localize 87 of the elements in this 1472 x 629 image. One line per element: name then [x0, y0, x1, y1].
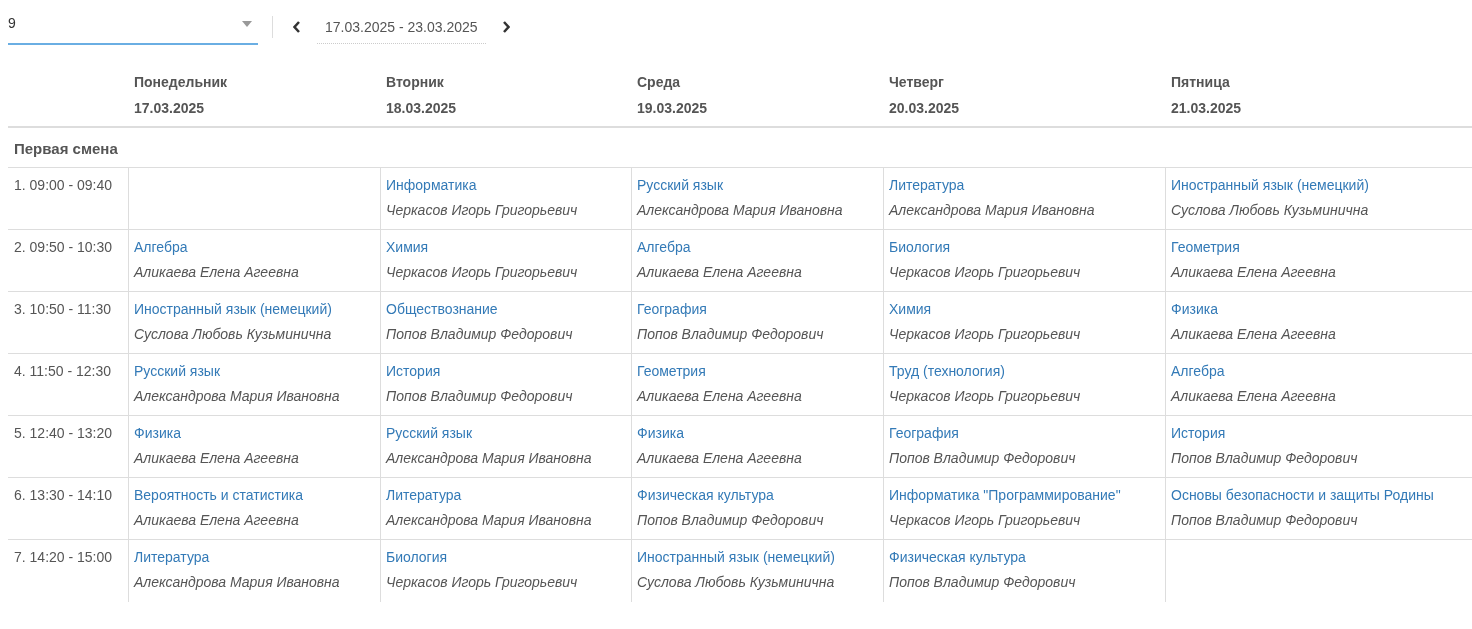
- teacher-name: Александрова Мария Ивановна: [134, 388, 341, 404]
- subject-link[interactable]: Иностранный язык (немецкий): [134, 301, 375, 317]
- day-date: 18.03.2025: [386, 100, 458, 116]
- teacher-name: Суслова Любовь Кузьминична: [1171, 202, 1370, 218]
- day-date: 17.03.2025: [134, 100, 206, 116]
- teacher-name: Черкасов Игорь Григорьевич: [889, 264, 1082, 280]
- teacher-name: Суслова Любовь Кузьминична: [134, 326, 333, 342]
- subject-link[interactable]: Физическая культура: [637, 487, 878, 503]
- subject-link[interactable]: Литература: [134, 549, 375, 565]
- subject-link[interactable]: История: [386, 363, 626, 379]
- subject-link[interactable]: Геометрия: [1171, 239, 1467, 255]
- teacher-name: Попов Владимир Федорович: [889, 574, 1077, 590]
- shift-heading: Первая смена: [8, 128, 1472, 168]
- day-date: 21.03.2025: [1171, 100, 1243, 116]
- subject-link[interactable]: Вероятность и статистика: [134, 487, 375, 503]
- teacher-name: Черкасов Игорь Григорьевич: [889, 512, 1082, 528]
- teacher-name: Попов Владимир Федорович: [386, 388, 574, 404]
- lesson-time: 2. 09:50 - 10:30: [8, 230, 128, 292]
- subject-link[interactable]: Иностранный язык (немецкий): [1171, 177, 1467, 193]
- teacher-name: Попов Владимир Федорович: [637, 326, 825, 342]
- subject-link[interactable]: Информатика: [386, 177, 626, 193]
- day-name: Пятница: [1171, 74, 1231, 90]
- subject-link[interactable]: Информатика "Программирование": [889, 487, 1160, 503]
- subject-link[interactable]: Физика: [637, 425, 878, 441]
- teacher-name: Аликаева Елена Агеевна: [1171, 326, 1337, 342]
- class-select[interactable]: 9: [8, 9, 258, 45]
- teacher-name: Аликаева Елена Агеевна: [134, 264, 300, 280]
- subject-link[interactable]: Русский язык: [386, 425, 626, 441]
- teacher-name: Суслова Любовь Кузьминична: [637, 574, 836, 590]
- subject-link[interactable]: Литература: [889, 177, 1160, 193]
- teacher-name: Черкасов Игорь Григорьевич: [889, 326, 1082, 342]
- day-name: Вторник: [386, 74, 445, 90]
- day-date: 20.03.2025: [889, 100, 961, 116]
- day-name: Четверг: [889, 74, 945, 90]
- day-name: Понедельник: [134, 74, 229, 90]
- teacher-name: Александрова Мария Ивановна: [637, 202, 844, 218]
- teacher-name: Аликаева Елена Агеевна: [1171, 388, 1337, 404]
- teacher-name: Аликаева Елена Агеевна: [637, 264, 803, 280]
- teacher-name: Александрова Мария Ивановна: [134, 574, 341, 590]
- teacher-name: Александрова Мария Ивановна: [386, 450, 593, 466]
- teacher-name: Попов Владимир Федорович: [1171, 450, 1359, 466]
- subject-link[interactable]: Алгебра: [637, 239, 878, 255]
- subject-link[interactable]: Геометрия: [637, 363, 878, 379]
- subject-link[interactable]: Физическая культура: [889, 549, 1160, 565]
- teacher-name: Попов Владимир Федорович: [386, 326, 574, 342]
- teacher-name: Аликаева Елена Агеевна: [1171, 264, 1337, 280]
- teacher-name: Александрова Мария Ивановна: [386, 512, 593, 528]
- subject-link[interactable]: Биология: [386, 549, 626, 565]
- teacher-name: Попов Владимир Федорович: [889, 450, 1077, 466]
- subject-link[interactable]: Алгебра: [1171, 363, 1467, 379]
- teacher-name: Черкасов Игорь Григорьевич: [386, 264, 579, 280]
- teacher-name: Попов Владимир Федорович: [1171, 512, 1359, 528]
- teacher-name: Аликаева Елена Агеевна: [637, 388, 803, 404]
- subject-link[interactable]: Основы безопасности и защиты Родины: [1171, 487, 1467, 503]
- teacher-name: Черкасов Игорь Григорьевич: [386, 202, 579, 218]
- teacher-name: Аликаева Елена Агеевна: [134, 450, 300, 466]
- day-date: 19.03.2025: [637, 100, 709, 116]
- subject-link[interactable]: История: [1171, 425, 1467, 441]
- day-name: Среда: [637, 74, 682, 90]
- dropdown-caret-icon: [242, 20, 252, 27]
- subject-link[interactable]: Русский язык: [134, 363, 375, 379]
- subject-link[interactable]: География: [637, 301, 878, 317]
- lesson-time: 4. 11:50 - 12:30: [8, 354, 128, 416]
- subject-link[interactable]: Обществознание: [386, 301, 626, 317]
- lesson-time: 7. 14:20 - 15:00: [13, 548, 114, 567]
- subject-link[interactable]: Физика: [1171, 301, 1467, 317]
- teacher-name: Черкасов Игорь Григорьевич: [386, 574, 579, 590]
- week-range[interactable]: 17.03.2025 - 23.03.2025: [317, 10, 486, 44]
- teacher-name: Александрова Мария Ивановна: [889, 202, 1096, 218]
- teacher-name: Попов Владимир Федорович: [637, 512, 825, 528]
- subject-link[interactable]: Русский язык: [637, 177, 878, 193]
- subject-link[interactable]: Иностранный язык (немецкий): [637, 549, 878, 565]
- lesson-time: 6. 13:30 - 14:10: [8, 478, 128, 540]
- teacher-name: Черкасов Игорь Григорьевич: [889, 388, 1082, 404]
- lesson-time: 1. 09:00 - 09:40: [8, 168, 128, 230]
- subject-link[interactable]: Химия: [386, 239, 626, 255]
- subject-link[interactable]: Литература: [386, 487, 626, 503]
- lesson-time: 5. 12:40 - 13:20: [8, 416, 128, 478]
- subject-link[interactable]: Физика: [134, 425, 375, 441]
- subject-link[interactable]: География: [889, 425, 1160, 441]
- subject-link[interactable]: Биология: [889, 239, 1160, 255]
- subject-link[interactable]: Алгебра: [134, 239, 375, 255]
- teacher-name: Аликаева Елена Агеевна: [637, 450, 803, 466]
- subject-link[interactable]: Химия: [889, 301, 1160, 317]
- lesson-time: 3. 10:50 - 11:30: [8, 292, 128, 354]
- subject-link[interactable]: Труд (технология): [889, 363, 1160, 379]
- teacher-name: Аликаева Елена Агеевна: [134, 512, 300, 528]
